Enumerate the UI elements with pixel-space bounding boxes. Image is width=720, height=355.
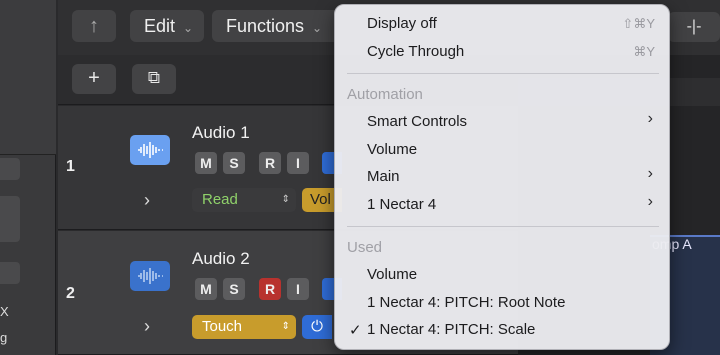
menu-item-smart-controls[interactable]: Smart Controls — [367, 113, 467, 130]
menu-separator — [347, 73, 659, 74]
functions-menu-button[interactable]: Functions ⌄ — [212, 10, 342, 42]
waveform-icon — [130, 135, 170, 165]
inspector-label: X — [0, 304, 9, 319]
automation-parameter-menu: Display off ⇧⌘Y Cycle Through ⌘Y Automat… — [334, 4, 670, 350]
back-arrow-icon[interactable]: ↑ — [72, 10, 116, 42]
updown-icon: ⇕ — [281, 194, 290, 205]
record-enable-button[interactable]: R — [259, 278, 281, 300]
menu-section-header: Used — [347, 239, 383, 256]
chevron-down-icon: ⌄ — [312, 21, 323, 35]
waveform-icon — [130, 261, 170, 291]
submenu-chevron-icon: › — [647, 110, 653, 127]
inspector-control[interactable] — [0, 196, 20, 242]
shortcut-label: ⇧⌘Y — [622, 16, 655, 31]
submenu-chevron-icon: › — [647, 165, 653, 182]
inspector-label: g — [0, 330, 8, 345]
checkmark-icon: ✓ — [349, 322, 362, 339]
menu-section-header: Automation — [347, 86, 423, 103]
chevron-right-icon[interactable]: › — [144, 316, 150, 337]
track-number: 1 — [66, 158, 75, 175]
chevron-right-icon[interactable]: › — [144, 190, 150, 211]
menu-item-main[interactable]: Main — [367, 168, 400, 185]
record-enable-button[interactable]: R — [259, 152, 281, 174]
menu-item-used-root-note[interactable]: 1 Nectar 4: PITCH: Root Note — [367, 294, 565, 311]
track-name: Audio 1 — [192, 123, 250, 142]
snap-tool-button[interactable]: -|- — [668, 12, 720, 42]
track-name: Audio 2 — [192, 249, 250, 268]
edit-menu-label: Edit — [144, 16, 176, 36]
input-monitor-button[interactable]: I — [287, 152, 309, 174]
menu-item-volume[interactable]: Volume — [367, 141, 417, 158]
functions-menu-label: Functions — [226, 16, 305, 36]
inspector-strip: X g — [0, 0, 56, 355]
power-icon[interactable]: ⏻ — [302, 315, 332, 339]
automation-mode-select[interactable]: Read ⇕ — [192, 188, 296, 212]
menu-item-cycle-through[interactable]: Cycle Through — [367, 43, 464, 60]
inspector-control[interactable] — [0, 158, 20, 180]
submenu-chevron-icon: › — [647, 193, 653, 210]
track-number: 2 — [66, 285, 75, 302]
menu-item-used-scale[interactable]: 1 Nectar 4: PITCH: Scale — [367, 321, 535, 338]
duplicate-track-icon[interactable]: ⧉ — [132, 64, 176, 94]
inspector-control[interactable] — [0, 262, 20, 284]
add-track-button[interactable]: + — [72, 64, 116, 94]
mute-button[interactable]: M — [195, 278, 217, 300]
menu-item-display-off[interactable]: Display off — [367, 15, 437, 32]
inspector-header — [0, 0, 56, 155]
solo-button[interactable]: S — [223, 278, 245, 300]
automation-mode-label: Touch — [202, 318, 243, 335]
chevron-down-icon: ⌄ — [183, 21, 194, 35]
menu-item-nectar[interactable]: 1 Nectar 4 — [367, 196, 436, 213]
menu-item-used-volume[interactable]: Volume — [367, 266, 417, 283]
automation-mode-select[interactable]: Touch ⇕ — [192, 315, 296, 339]
shortcut-label: ⌘Y — [633, 44, 655, 59]
input-monitor-button[interactable]: I — [287, 278, 309, 300]
mute-button[interactable]: M — [195, 152, 217, 174]
updown-icon: ⇕ — [281, 321, 290, 332]
solo-button[interactable]: S — [223, 152, 245, 174]
menu-separator — [347, 226, 659, 227]
edit-menu-button[interactable]: Edit ⌄ — [130, 10, 204, 42]
automation-mode-label: Read — [202, 191, 238, 208]
